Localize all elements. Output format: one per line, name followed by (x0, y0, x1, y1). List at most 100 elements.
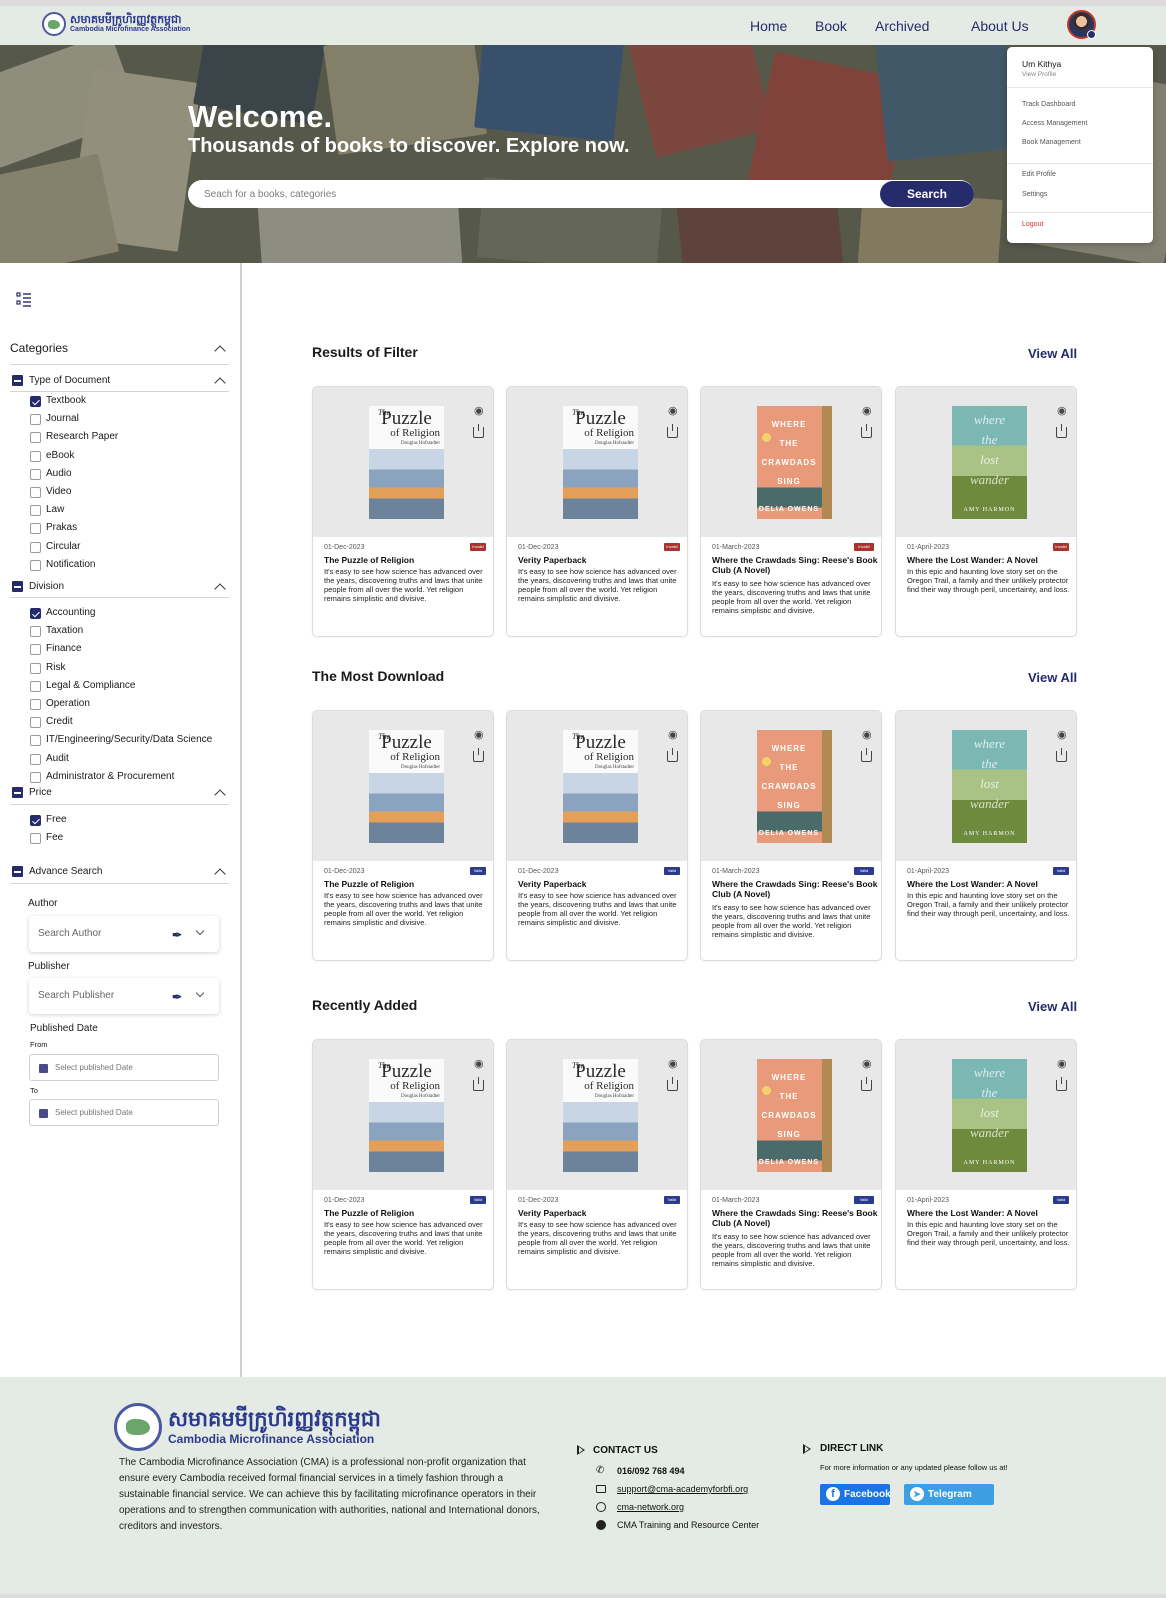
division-option-checkbox[interactable] (30, 662, 41, 674)
download-icon[interactable] (1056, 1077, 1067, 1091)
division-option-checkbox[interactable] (30, 735, 41, 747)
download-icon[interactable] (473, 1077, 484, 1091)
hero-search-button[interactable]: Search (880, 181, 974, 207)
book-card[interactable]: WHERE THE CRAWDADS SING DELIA OWENS ◉ 01-March… (700, 710, 882, 961)
type-option-checkbox[interactable] (30, 450, 41, 462)
menu-access-management[interactable]: Access Management (1022, 120, 1087, 127)
view-all-link[interactable]: View All (1028, 999, 1077, 1014)
publisher-select[interactable]: Search Publisher ✒ (29, 978, 219, 1014)
division-option-checkbox[interactable] (30, 608, 41, 619)
price-option-checkbox[interactable] (30, 815, 41, 826)
preview-eye-icon[interactable]: ◉ (668, 404, 678, 417)
book-card[interactable]: The Puzzle of Religion Douglas Hofstadter ◉ 0… (312, 710, 494, 961)
book-card[interactable]: The Puzzle of Religion Douglas Hofstadter ◉ 0… (312, 1039, 494, 1290)
nav-about-link[interactable]: About Us (971, 18, 1029, 34)
type-group-toggle-icon[interactable] (12, 375, 23, 386)
book-title[interactable]: The Puzzle of Religion (324, 879, 490, 889)
download-icon[interactable] (667, 748, 678, 762)
division-option-checkbox[interactable] (30, 680, 41, 692)
preview-eye-icon[interactable]: ◉ (862, 728, 872, 741)
preview-eye-icon[interactable]: ◉ (1057, 1057, 1067, 1070)
book-card[interactable]: The Puzzle of Religion Douglas Hofstadter ◉ 0… (506, 386, 688, 637)
division-option-checkbox[interactable] (30, 644, 41, 656)
type-option-checkbox[interactable] (30, 414, 41, 426)
preview-eye-icon[interactable]: ◉ (862, 1057, 872, 1070)
book-card[interactable]: where the lost wander AMY HARMON ◉ 01-April-20… (895, 1039, 1077, 1290)
date-to-input[interactable]: Select published Date (29, 1099, 219, 1126)
type-option-checkbox[interactable] (30, 541, 41, 553)
nav-book-link[interactable]: Book (815, 18, 847, 34)
book-card[interactable]: The Puzzle of Religion Douglas Hofstadter ◉ 0… (506, 1039, 688, 1290)
type-option-checkbox[interactable] (30, 505, 41, 517)
price-option-checkbox[interactable] (30, 833, 41, 845)
download-icon[interactable] (667, 1077, 678, 1091)
download-icon[interactable] (1056, 748, 1067, 762)
book-title[interactable]: Verity Paperback (518, 1208, 684, 1218)
menu-book-management[interactable]: Book Management (1022, 139, 1081, 146)
contact-email[interactable]: support@cma-academyforbfi.org (617, 1484, 748, 1494)
download-icon[interactable] (861, 748, 872, 762)
preview-eye-icon[interactable]: ◉ (668, 1057, 678, 1070)
book-title[interactable]: Where the Lost Wander: A Novel (907, 1208, 1073, 1218)
download-icon[interactable] (861, 424, 872, 438)
book-card[interactable]: where the lost wander AMY HARMON ◉ 01-April-20… (895, 386, 1077, 637)
preview-eye-icon[interactable]: ◉ (474, 1057, 484, 1070)
menu-edit-profile[interactable]: Edit Profile (1022, 171, 1056, 178)
type-option-checkbox[interactable] (30, 523, 41, 535)
author-select[interactable]: Search Author ✒ (29, 916, 219, 952)
type-option-checkbox[interactable] (30, 468, 41, 480)
download-icon[interactable] (667, 424, 678, 438)
advance-group-toggle-icon[interactable] (12, 866, 23, 877)
download-icon[interactable] (473, 748, 484, 762)
preview-eye-icon[interactable]: ◉ (474, 404, 484, 417)
book-title[interactable]: Where the Crawdads Sing: Reese's Book Cl… (712, 879, 878, 899)
book-card[interactable]: The Puzzle of Religion Douglas Hofstadter ◉ 0… (506, 710, 688, 961)
preview-eye-icon[interactable]: ◉ (474, 728, 484, 741)
download-icon[interactable] (861, 1077, 872, 1091)
book-title[interactable]: The Puzzle of Religion (324, 555, 490, 565)
preview-eye-icon[interactable]: ◉ (862, 404, 872, 417)
price-group-toggle-icon[interactable] (12, 787, 23, 798)
type-option-checkbox[interactable] (30, 396, 41, 407)
type-option-checkbox[interactable] (30, 487, 41, 498)
download-icon[interactable] (473, 424, 484, 438)
preview-eye-icon[interactable]: ◉ (668, 728, 678, 741)
book-card[interactable]: The Puzzle of Religion Douglas Hofstadter ◉ 0… (312, 386, 494, 637)
division-group-toggle-icon[interactable] (12, 581, 23, 592)
division-option-checkbox[interactable] (30, 717, 41, 729)
preview-eye-icon[interactable]: ◉ (1057, 404, 1067, 417)
preview-eye-icon[interactable]: ◉ (1057, 728, 1067, 741)
hero-search-input[interactable] (188, 180, 974, 208)
division-option-checkbox[interactable] (30, 753, 41, 765)
nav-archived-link[interactable]: Archived (875, 18, 929, 34)
book-title[interactable]: Where the Crawdads Sing: Reese's Book Cl… (712, 1208, 878, 1228)
book-card[interactable]: where the lost wander AMY HARMON ◉ 01-April-20… (895, 710, 1077, 961)
cma-logo[interactable]: សមាគមមីក្រូហិរញ្ញវត្ថុកម្ពុជា Cambodia M… (42, 12, 190, 36)
menu-track-dashboard[interactable]: Track Dashboard (1022, 101, 1075, 108)
book-title[interactable]: The Puzzle of Religion (324, 1208, 490, 1218)
division-option-checkbox[interactable] (30, 626, 41, 638)
book-card[interactable]: WHERE THE CRAWDADS SING DELIA OWENS ◉ 01-March… (700, 386, 882, 637)
book-title[interactable]: Where the Crawdads Sing: Reese's Book Cl… (712, 555, 878, 575)
book-title[interactable]: Verity Paperback (518, 879, 684, 889)
user-avatar[interactable] (1067, 10, 1096, 39)
menu-settings[interactable]: Settings (1022, 191, 1047, 198)
filter-list-icon[interactable] (16, 291, 32, 307)
book-title[interactable]: Where the Lost Wander: A Novel (907, 879, 1073, 889)
division-option-checkbox[interactable] (30, 699, 41, 710)
telegram-button[interactable]: ➤ Telegram (904, 1484, 994, 1505)
type-option-checkbox[interactable] (30, 432, 41, 444)
book-card[interactable]: WHERE THE CRAWDADS SING DELIA OWENS ◉ 01-March… (700, 1039, 882, 1290)
view-all-link[interactable]: View All (1028, 346, 1077, 361)
date-from-input[interactable]: Select published Date (29, 1054, 219, 1081)
division-option-checkbox[interactable] (30, 771, 41, 783)
type-option-checkbox[interactable] (30, 559, 41, 571)
view-all-link[interactable]: View All (1028, 670, 1077, 685)
view-profile-link[interactable]: View Profile (1022, 71, 1056, 78)
nav-home-link[interactable]: Home (750, 18, 787, 34)
facebook-button[interactable]: f Facebook (820, 1484, 891, 1505)
download-icon[interactable] (1056, 424, 1067, 438)
book-title[interactable]: Where the Lost Wander: A Novel (907, 555, 1073, 565)
contact-website[interactable]: cma-network.org (617, 1502, 684, 1512)
book-title[interactable]: Verity Paperback (518, 555, 684, 565)
